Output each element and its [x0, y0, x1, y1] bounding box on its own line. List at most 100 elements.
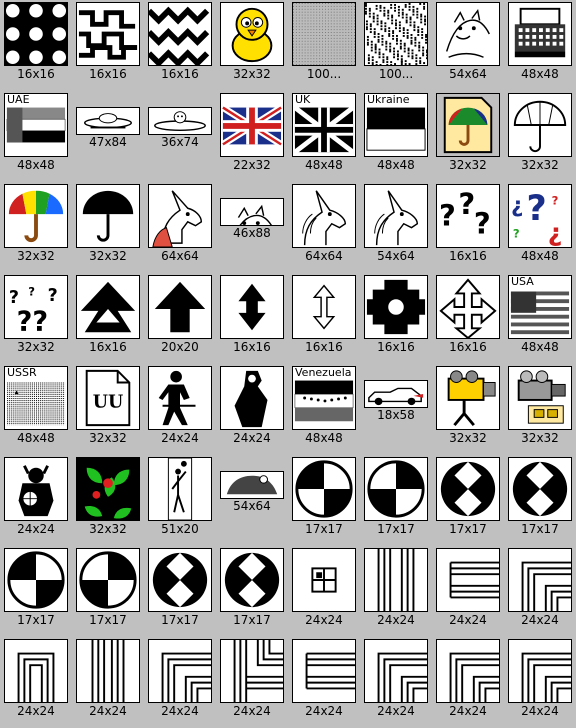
icon-cell-arrow-up-down-bold[interactable]: 16x16 [216, 273, 288, 364]
icon-size-caption: 32x32 [17, 340, 55, 354]
umbrella-document-icon [436, 93, 500, 157]
icon-cell-unicorn-head[interactable]: 64x64 [288, 182, 360, 273]
icon-cell-flag-uae[interactable]: UAE 48x48 [0, 91, 72, 182]
icon-cell-umbrella-color[interactable]: 32x32 [0, 182, 72, 273]
pipe-vertical-2-icon [76, 639, 140, 703]
icon-cell-arrow-up[interactable]: 20x20 [144, 273, 216, 364]
icon-size-caption: 46x88 [233, 226, 271, 240]
icon-cell-viking[interactable]: 24x24 [0, 455, 72, 546]
icon-cell-pipe-horizontal-end[interactable]: 24x24 [432, 546, 504, 637]
icon-cell-pipe-tee[interactable]: 24x24 [216, 637, 288, 728]
icon-cell-checker-diamond-4[interactable]: 17x17 [216, 546, 288, 637]
icon-cell-pipe-corner-2[interactable]: 24x24 [144, 637, 216, 728]
pattern-zigzag-icon [148, 2, 212, 66]
icon-cell-question-marks-color[interactable]: ¿? ¿?? 48x48 [504, 182, 576, 273]
pipe-horizontal-end-icon [436, 548, 500, 612]
icon-cell-unicorn-color[interactable]: 64x64 [144, 182, 216, 273]
icon-cell-pipe-corner-5[interactable]: 24x24 [504, 637, 576, 728]
icon-cell-checker-quarter-1[interactable]: 17x17 [288, 455, 360, 546]
icon-cell-ufo[interactable]: 47x84 [72, 91, 144, 182]
pattern-blobs-icon [4, 2, 68, 66]
icon-cell-pattern-zigzag[interactable]: 16x16 [144, 0, 216, 91]
icon-cell-yellow-chick[interactable]: 32x32 [216, 0, 288, 91]
icon-size-caption: 48x48 [17, 158, 55, 172]
arrow-up-down-bold-icon [220, 275, 284, 339]
icon-cell-pipe-horizontal[interactable]: 24x24 [288, 637, 360, 728]
icon-cell-checker-diamond-1[interactable]: 17x17 [432, 455, 504, 546]
icon-cell-pattern-blobs[interactable]: 16x16 [0, 0, 72, 91]
noise-texture-icon [364, 2, 428, 66]
icon-size-caption: 47x84 [89, 135, 127, 149]
icon-size-caption: 51x20 [161, 522, 199, 536]
icon-size-caption: 100... [378, 67, 414, 81]
icon-cell-checker-diamond-2[interactable]: 17x17 [504, 455, 576, 546]
icon-cell-cursor-blob[interactable]: 16x16 [360, 273, 432, 364]
icon-cell-pattern-maze[interactable]: 16x16 [72, 0, 144, 91]
icon-cell-unicorn-running[interactable]: 46x88 [216, 182, 288, 273]
svg-text:?: ? [9, 288, 19, 308]
icon-cell-pipe-vertical-2[interactable]: 24x24 [72, 637, 144, 728]
icon-cell-checker-diamond-3[interactable]: 17x17 [144, 546, 216, 637]
icon-cell-video-camera[interactable]: 32x32 [504, 364, 576, 455]
icon-cell-flag-uk-mono[interactable]: UK 48x48 [288, 91, 360, 182]
icon-cell-arrow-up-double[interactable]: 16x16 [72, 273, 144, 364]
icon-cell-umbrella-black[interactable]: 32x32 [72, 182, 144, 273]
icon-cell-vine-leaves[interactable]: 32x32 [72, 455, 144, 546]
icon-size-caption: 24x24 [305, 704, 343, 718]
yellow-chick-icon [220, 2, 284, 66]
icon-size-caption: 32x32 [89, 431, 127, 445]
icon-size-caption: 24x24 [305, 613, 343, 627]
icon-cell-vulture[interactable]: 54x64 [216, 455, 288, 546]
svg-text:?: ? [474, 206, 491, 240]
icon-cell-vampire[interactable]: 24x24 [216, 364, 288, 455]
icon-cell-pipe-corner-4[interactable]: 24x24 [432, 637, 504, 728]
icon-cell-pipe-corner-3[interactable]: 24x24 [360, 637, 432, 728]
icon-cell-flag-ussr[interactable]: USSR 48x48 [0, 364, 72, 455]
icon-cell-checker-quarter-4[interactable]: 17x17 [72, 546, 144, 637]
icon-cell-pipe-u-bend[interactable]: 24x24 [0, 637, 72, 728]
icon-cell-umbrella-outline[interactable]: 32x32 [504, 91, 576, 182]
svg-text:¿: ¿ [548, 218, 563, 247]
icon-cell-umbrella-document[interactable]: 32x32 [432, 91, 504, 182]
uu-document-icon: UU [76, 366, 140, 430]
icon-cell-sports-car[interactable]: 18x58 [360, 364, 432, 455]
icon-cell-unicorn-head-small[interactable]: 54x64 [360, 182, 432, 273]
icon-size-caption: 16x16 [89, 340, 127, 354]
icon-cell-cat-face[interactable]: 54x64 [432, 0, 504, 91]
icon-cell-window-grid[interactable]: 24x24 [288, 546, 360, 637]
icon-size-caption: 54x64 [233, 499, 271, 513]
flag-uk-mono-icon: UK [292, 93, 356, 157]
icon-size-caption: 32x32 [449, 158, 487, 172]
icon-cell-video-camera-color[interactable]: 32x32 [432, 364, 504, 455]
pattern-maze-icon [76, 2, 140, 66]
icon-size-caption: 24x24 [161, 431, 199, 445]
icon-cell-checker-quarter-3[interactable]: 17x17 [0, 546, 72, 637]
icon-cell-volleyball-player[interactable]: 51x20 [144, 455, 216, 546]
icon-cell-arrow-cross[interactable]: 16x16 [432, 273, 504, 364]
icon-cell-gray-texture[interactable]: 100... [288, 0, 360, 91]
unicorn-head-small-icon [364, 184, 428, 248]
icon-cell-typewriter[interactable]: 48x48 [504, 0, 576, 91]
checker-diamond-3-icon [148, 548, 212, 612]
icon-size-caption: 17x17 [449, 522, 487, 536]
svg-text:?: ? [28, 284, 35, 298]
icon-cell-noise-texture[interactable]: 100... [360, 0, 432, 91]
icon-cell-pipe-corner-1[interactable]: 24x24 [504, 546, 576, 637]
vine-leaves-icon [76, 457, 140, 521]
icon-cell-uu-document[interactable]: UU 32x32 [72, 364, 144, 455]
icon-cell-walking-figure[interactable]: 24x24 [144, 364, 216, 455]
icon-cell-flag-usa[interactable]: USA 48x48 [504, 273, 576, 364]
checker-quarter-1-icon [292, 457, 356, 521]
icon-cell-question-marks[interactable]: ????? 32x32 [0, 273, 72, 364]
icon-cell-flag-venezuela[interactable]: Venezuela 48x48 [288, 364, 360, 455]
icon-size-caption: 48x48 [521, 249, 559, 263]
icon-size-caption: 17x17 [233, 613, 271, 627]
icon-cell-checker-quarter-2[interactable]: 17x17 [360, 455, 432, 546]
icon-cell-flying-saucer-pilot[interactable]: 36x74 [144, 91, 216, 182]
icon-cell-flag-uk-color[interactable]: 22x32 [216, 91, 288, 182]
pipe-corner-3-icon [364, 639, 428, 703]
icon-cell-question-marks-bold[interactable]: ??? 16x16 [432, 182, 504, 273]
icon-cell-pipe-vertical[interactable]: 24x24 [360, 546, 432, 637]
icon-cell-flag-ukraine[interactable]: Ukraine 48x48 [360, 91, 432, 182]
icon-cell-arrow-up-down-thin[interactable]: 16x16 [288, 273, 360, 364]
